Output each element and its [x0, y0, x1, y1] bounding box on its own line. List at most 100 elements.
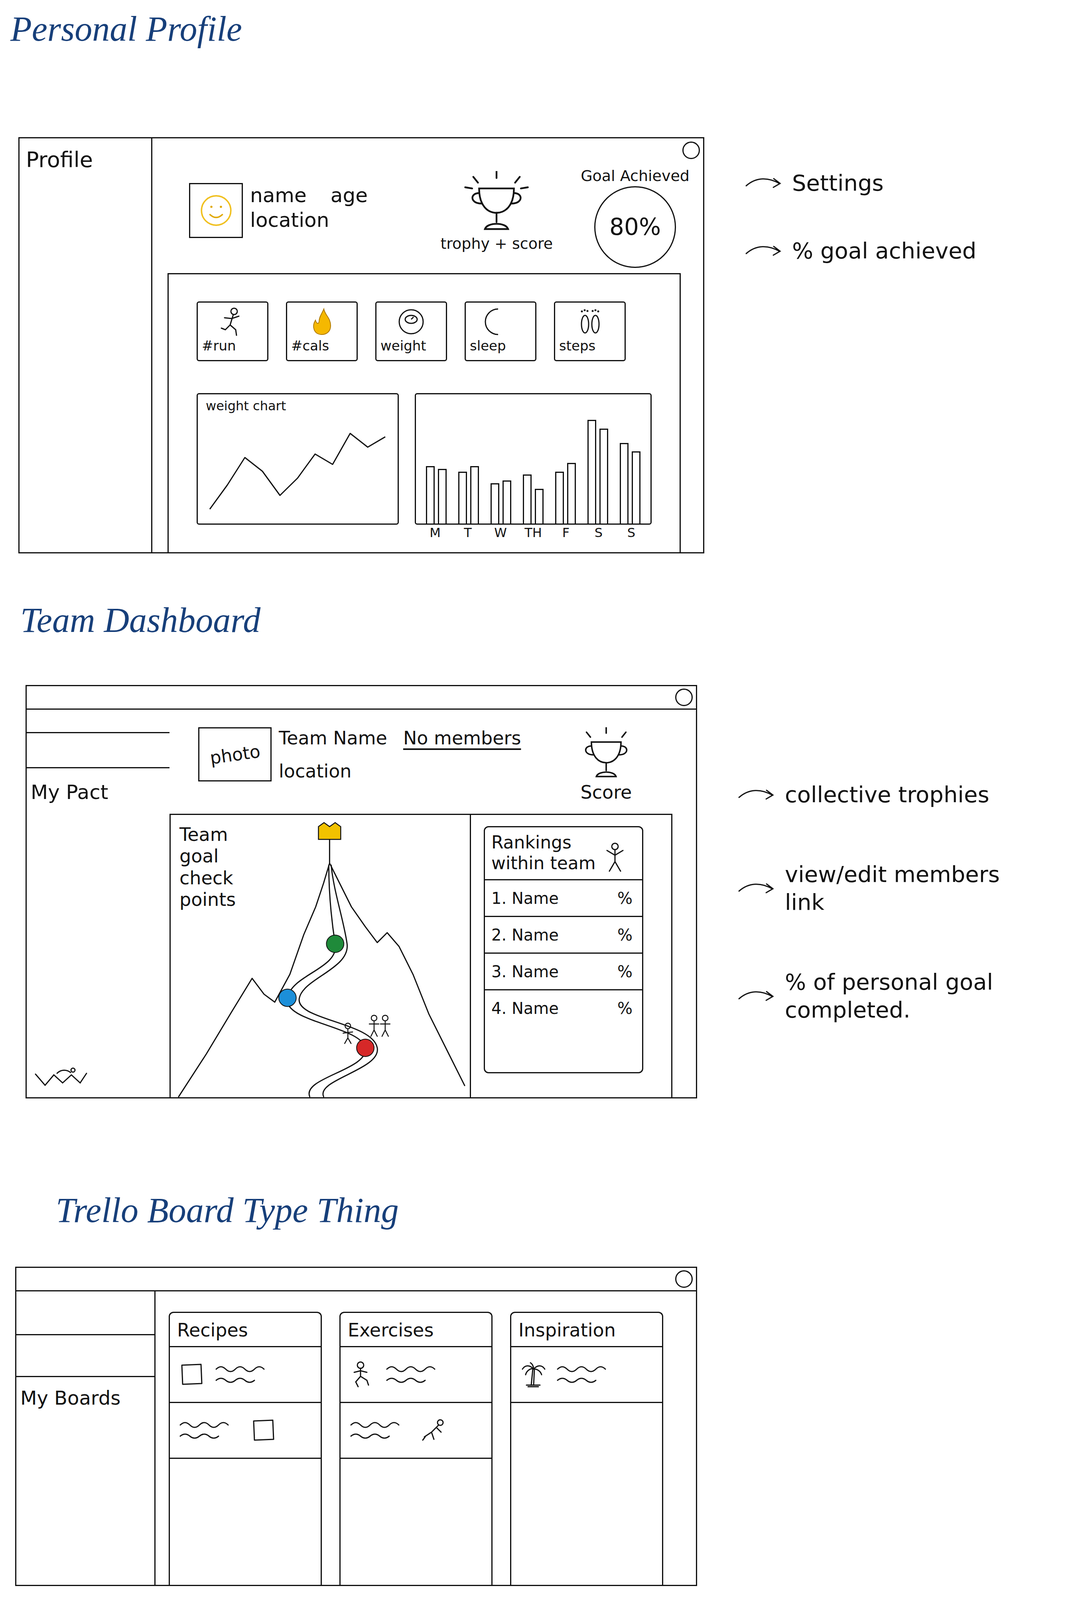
sidebar-item[interactable]: My Boards	[16, 1377, 155, 1420]
day-label: T	[451, 524, 485, 542]
bar	[631, 451, 641, 524]
runner-icon	[348, 1360, 377, 1389]
sidebar-item[interactable]	[16, 1291, 155, 1336]
arrow-icon	[737, 986, 777, 1007]
section-heading: Trello Board Type Thing	[55, 1189, 1074, 1232]
column-title: Inspiration	[511, 1313, 663, 1348]
stat-label: #run	[201, 337, 237, 354]
board-card[interactable]	[511, 1347, 663, 1404]
arrow-icon	[737, 784, 777, 805]
logo-icon	[33, 1065, 89, 1090]
rankings-title: Rankings within team	[491, 832, 600, 874]
board-card[interactable]	[340, 1403, 492, 1460]
goal-percent: %	[617, 926, 633, 945]
text-placeholder	[555, 1360, 619, 1389]
member-name: Name	[511, 926, 559, 945]
goal-title: Team goal check points	[170, 815, 261, 920]
sidebar-item[interactable]	[26, 709, 170, 734]
footprints-icon	[573, 305, 606, 338]
bar	[599, 428, 609, 524]
runner-icon	[216, 305, 249, 338]
stat-tile[interactable]: weight	[375, 301, 448, 362]
day-bars	[484, 480, 517, 524]
bar	[567, 463, 576, 524]
column-title: Exercises	[340, 1313, 492, 1348]
goal-percent: %	[617, 889, 633, 908]
board-column: Recipes	[168, 1312, 322, 1586]
day-bars	[581, 419, 615, 524]
wireframe-page: Personal ProfileProfilenameagelocationtr…	[0, 0, 1074, 1600]
bar	[534, 488, 544, 524]
weight-line	[205, 413, 390, 514]
window-button[interactable]	[675, 1270, 693, 1289]
member-name: Name	[511, 999, 559, 1018]
checkpoint-dot[interactable]	[356, 1039, 375, 1057]
day-label: S	[614, 524, 648, 542]
board-card[interactable]	[169, 1347, 321, 1404]
stat-label: steps	[559, 337, 596, 354]
section-heading: Team Dashboard	[20, 599, 1074, 642]
rank-number: 3.	[491, 962, 507, 982]
sidebar-item[interactable]: My Pact	[26, 768, 170, 817]
team-section: Team DashboardMy PactphotoTeam NameNo me…	[0, 553, 1074, 1100]
goal-achieved: Goal Achieved80%	[580, 167, 690, 269]
stat-label: weight	[380, 337, 427, 354]
checkpoint-dot[interactable]	[326, 935, 344, 953]
rank-number: 1.	[491, 889, 507, 908]
sidebar: My Pact	[26, 709, 170, 1098]
bar	[490, 483, 500, 524]
settings-button[interactable]	[682, 141, 700, 160]
day-bars	[419, 466, 453, 524]
weight-chart: weight chart	[196, 393, 399, 525]
team-photo[interactable]: photo	[198, 727, 272, 782]
sidebar-item[interactable]	[16, 1335, 155, 1378]
stat-tile[interactable]: #run	[196, 301, 269, 362]
team-goal-map: Team goal check points	[170, 815, 471, 1098]
boards-window: My Boards Recipes Exercises Inspiration	[15, 1267, 698, 1587]
flame-icon	[305, 305, 338, 338]
arrow-icon	[744, 173, 785, 194]
day-bars	[452, 466, 485, 524]
bar	[425, 466, 435, 524]
bar	[555, 471, 564, 524]
sidebar-item[interactable]: Profile	[25, 147, 145, 174]
team-content: Team goal check points Rankings within te…	[169, 813, 673, 1098]
trophy-icon	[576, 727, 637, 782]
members-link[interactable]: No members	[403, 727, 521, 750]
text-placeholder	[213, 1360, 278, 1389]
column-title: Recipes	[169, 1313, 321, 1348]
sidebar: Profile	[19, 138, 153, 553]
annotation: % goal achieved	[744, 236, 1048, 265]
ranking-row: 2. Name%	[484, 916, 643, 953]
board-card[interactable]	[340, 1347, 492, 1404]
day-label: M	[418, 524, 452, 542]
profile-header: nameagelocationtrophy + scoreGoal Achiev…	[152, 138, 704, 274]
text-placeholder	[348, 1416, 413, 1445]
chart-title: weight chart	[205, 398, 390, 414]
goal-percent: %	[617, 999, 633, 1018]
day-bars	[549, 463, 582, 524]
stat-tile[interactable]: steps	[553, 301, 626, 362]
user-name: name	[250, 183, 307, 209]
ranking-row: 1. Name%	[484, 879, 643, 917]
bar	[470, 466, 479, 524]
annotation: collective trophies	[737, 780, 1041, 809]
stat-tile[interactable]: #cals	[285, 301, 358, 362]
rank-number: 2.	[491, 926, 507, 945]
arrow-icon	[744, 240, 785, 261]
text-placeholder	[177, 1416, 242, 1445]
checkpoint-dot[interactable]	[278, 989, 297, 1007]
day-label: TH	[516, 524, 550, 542]
ranking-row: 3. Name%	[484, 952, 643, 990]
stat-tile[interactable]: sleep	[464, 301, 537, 362]
stat-label: sleep	[469, 337, 507, 354]
moon-icon	[484, 305, 517, 338]
sidebar-item[interactable]	[26, 733, 170, 769]
board-card[interactable]	[169, 1403, 321, 1460]
annotations: Settings% goal achieved	[744, 137, 1048, 265]
avatar[interactable]	[189, 183, 243, 239]
smiley-icon	[197, 192, 235, 229]
profile-main: nameagelocationtrophy + scoreGoal Achiev…	[152, 138, 704, 553]
bar	[587, 419, 597, 524]
window-button[interactable]	[675, 688, 693, 707]
